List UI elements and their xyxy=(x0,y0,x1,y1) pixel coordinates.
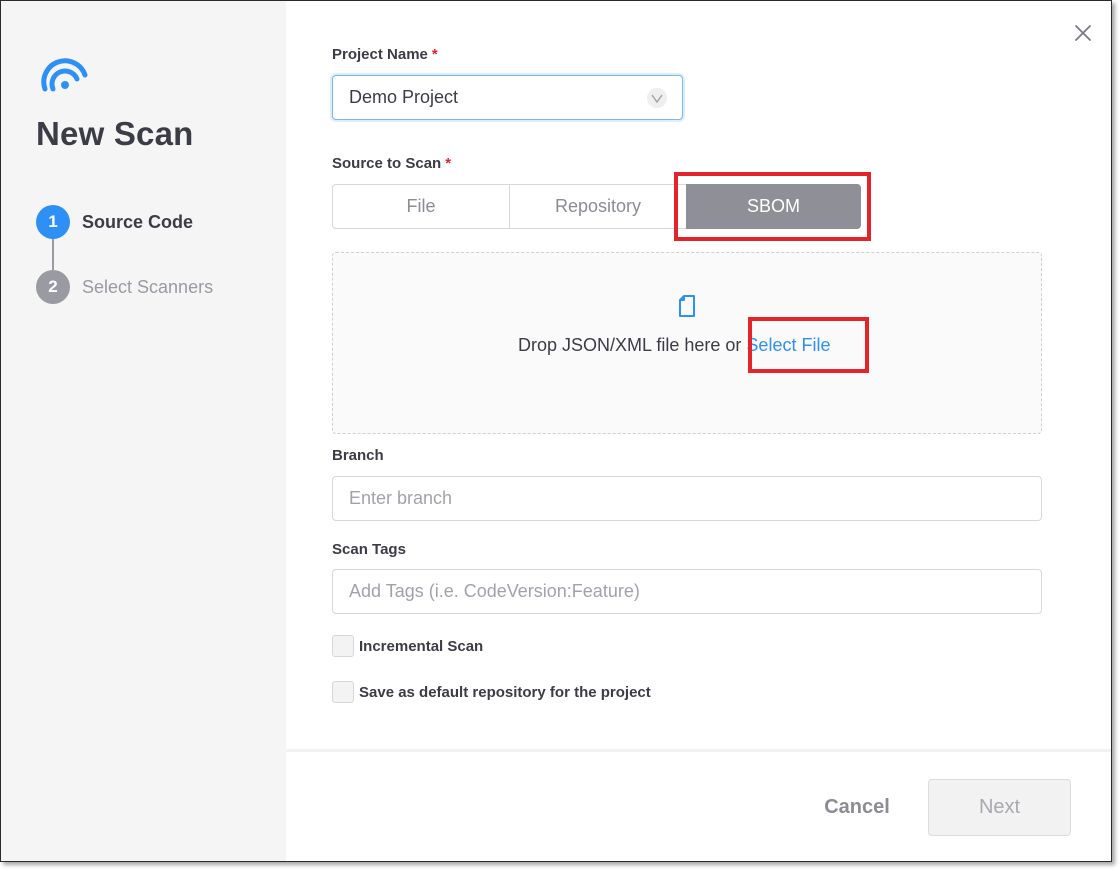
save-default-repo-option[interactable]: Save as default repository for the proje… xyxy=(332,681,651,703)
sidebar: New Scan 1 Source Code 2 Select Scanners xyxy=(1,1,286,861)
save-default-repo-label: Save as default repository for the proje… xyxy=(359,683,651,701)
required-mark: * xyxy=(445,155,452,172)
branch-label: Branch xyxy=(332,447,384,464)
save-default-repo-checkbox[interactable] xyxy=(332,681,354,703)
cancel-button[interactable]: Cancel xyxy=(807,787,907,827)
step-number: 1 xyxy=(36,205,70,239)
step-label: Select Scanners xyxy=(82,276,214,297)
source-option-repository[interactable]: Repository xyxy=(509,184,687,229)
step-label: Source Code xyxy=(82,211,194,232)
page-title: New Scan xyxy=(36,115,194,152)
next-button[interactable]: Next xyxy=(928,779,1071,836)
scan-tags-label: Scan Tags xyxy=(332,541,406,558)
project-name-label: Project Name * xyxy=(332,46,438,63)
project-name-value: Demo Project xyxy=(349,87,459,107)
document-icon xyxy=(679,295,695,317)
branch-input[interactable] xyxy=(332,476,1042,521)
step-number: 2 xyxy=(36,270,70,304)
project-name-select[interactable]: Demo Project xyxy=(332,75,683,120)
step-select-scanners[interactable]: 2 Select Scanners xyxy=(36,270,213,304)
new-scan-dialog: New Scan 1 Source Code 2 Select Scanners… xyxy=(0,0,1112,862)
scan-tags-input[interactable] xyxy=(332,569,1042,614)
chevron-down-icon xyxy=(647,88,667,108)
incremental-scan-checkbox[interactable] xyxy=(332,635,354,657)
incremental-scan-label: Incremental Scan xyxy=(359,637,484,655)
required-mark: * xyxy=(431,46,438,63)
source-option-file[interactable]: File xyxy=(332,184,510,229)
source-option-sbom[interactable]: SBOM xyxy=(686,184,861,229)
select-file-link[interactable]: Select File xyxy=(746,335,830,355)
step-connector xyxy=(52,238,54,270)
incremental-scan-option[interactable]: Incremental Scan xyxy=(332,635,483,657)
radar-logo-icon xyxy=(41,58,88,92)
source-label: Source to Scan * xyxy=(332,155,452,172)
step-source-code[interactable]: 1 Source Code xyxy=(36,205,193,239)
close-icon[interactable] xyxy=(1073,23,1093,43)
dropzone-text: Drop JSON/XML file here or Select File xyxy=(518,335,831,355)
